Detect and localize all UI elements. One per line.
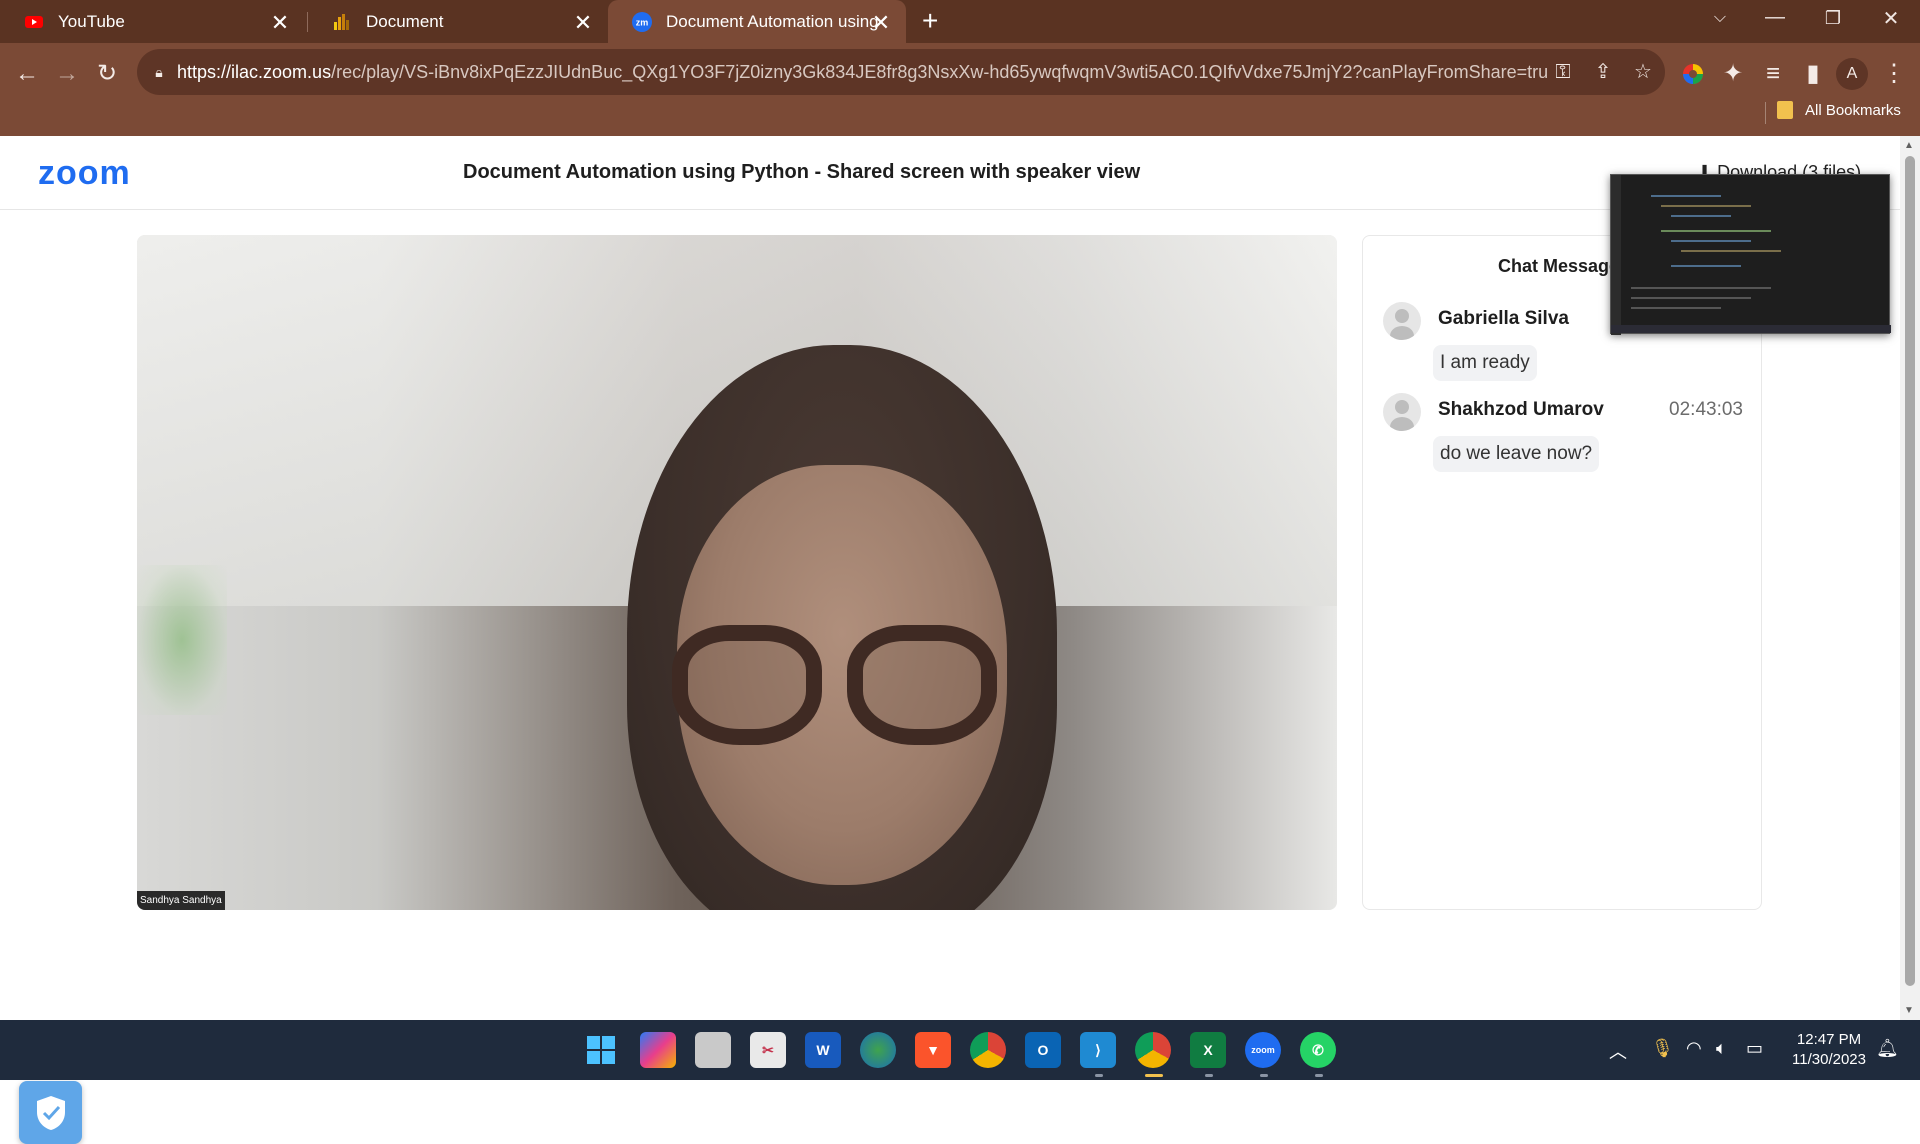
windows-start-icon[interactable] bbox=[583, 1032, 619, 1068]
browser-toolbar: ← → ↻ 🔒︎ https://ilac.zoom.us/rec/play/V… bbox=[0, 43, 1920, 136]
earth-icon[interactable] bbox=[860, 1032, 896, 1068]
windows-taskbar: ✂ W ▼ O ⟩ X zoom ✆ ︿ 🎙︎ ◠ 🔈︎ ▭ 12:47 PM … bbox=[0, 1020, 1920, 1080]
tab-zoom-recording[interactable]: zm Document Automation using Py ✕ bbox=[608, 0, 906, 43]
recording-title: Document Automation using Python - Share… bbox=[463, 161, 1141, 183]
side-panel-icon[interactable]: ▮ bbox=[1795, 56, 1831, 92]
key-icon[interactable]: ⚿ bbox=[1551, 60, 1575, 84]
close-tab-icon[interactable]: ✕ bbox=[572, 10, 594, 36]
back-button[interactable]: ← bbox=[9, 56, 45, 92]
speaker-name-label: Sandhya Sandhya bbox=[137, 891, 225, 910]
tab-title: Document bbox=[366, 11, 444, 31]
chat-time: 02:43:03 bbox=[1669, 399, 1743, 420]
bookmark-star-icon[interactable]: ☆ bbox=[1631, 60, 1655, 84]
svg-text:zm: zm bbox=[636, 17, 649, 27]
volume-icon[interactable]: 🔈︎ bbox=[1716, 1038, 1727, 1059]
chat-panel: Chat Messages Gabriella Silva I am ready… bbox=[1362, 235, 1762, 910]
clock-date: 11/30/2023 bbox=[1792, 1051, 1866, 1068]
shared-screen-thumbnail[interactable] bbox=[1610, 174, 1891, 335]
shield-icon bbox=[36, 1095, 65, 1130]
chat-sender: Shakhzod Umarov bbox=[1438, 399, 1604, 420]
url-text[interactable]: https://ilac.zoom.us/rec/play/VS-iBnv8ix… bbox=[177, 62, 1547, 83]
whatsapp-icon[interactable]: ✆ bbox=[1300, 1032, 1336, 1068]
share-icon[interactable]: ⇪ bbox=[1591, 60, 1615, 84]
url-host: https://ilac.zoom.us bbox=[177, 62, 332, 82]
scroll-up-arrow[interactable]: ▲ bbox=[1904, 140, 1914, 151]
all-bookmarks-label: All Bookmarks bbox=[1805, 101, 1901, 119]
microphone-icon[interactable]: 🎙︎ bbox=[1651, 1038, 1674, 1059]
address-bar[interactable]: 🔒︎ https://ilac.zoom.us/rec/play/VS-iBnv… bbox=[137, 49, 1665, 95]
chat-text: do we leave now? bbox=[1433, 436, 1600, 472]
chat-text: I am ready bbox=[1433, 345, 1537, 381]
glasses-right-lens bbox=[847, 625, 997, 745]
new-tab-button[interactable]: + bbox=[922, 5, 938, 37]
restore-button[interactable]: ❐ bbox=[1818, 8, 1848, 29]
brave-icon[interactable]: ▼ bbox=[915, 1032, 951, 1068]
tab-title: YouTube bbox=[58, 11, 125, 31]
all-bookmarks-button[interactable]: All Bookmarks bbox=[1777, 101, 1901, 119]
profile-avatar[interactable]: A bbox=[1836, 58, 1868, 90]
zoom-logo[interactable]: zoom bbox=[38, 154, 131, 193]
media-controls-icon[interactable]: ≡ bbox=[1755, 56, 1791, 92]
excel-icon[interactable]: X bbox=[1190, 1032, 1226, 1068]
lock-icon: 🔒︎ bbox=[155, 64, 163, 80]
word-icon[interactable]: W bbox=[805, 1032, 841, 1068]
show-hidden-icons-icon[interactable]: ︿ bbox=[1609, 1038, 1627, 1064]
avatar bbox=[1383, 393, 1421, 431]
battery-icon[interactable]: ▭ bbox=[1746, 1038, 1763, 1059]
extensions-icon[interactable]: ✦ bbox=[1715, 56, 1751, 92]
minimize-button[interactable]: — bbox=[1760, 6, 1790, 29]
chart-icon bbox=[332, 12, 352, 32]
tab-document[interactable]: Document ✕ bbox=[308, 0, 608, 43]
system-clock[interactable]: 12:47 PM 11/30/2023 bbox=[1784, 1030, 1874, 1070]
chrome-icon[interactable] bbox=[970, 1032, 1006, 1068]
bookmarks-bar-divider bbox=[1765, 102, 1766, 124]
forward-button[interactable]: → bbox=[49, 56, 85, 92]
copilot-icon[interactable] bbox=[640, 1032, 676, 1068]
youtube-icon bbox=[24, 12, 44, 32]
page-scrollbar[interactable]: ▲ ▼ bbox=[1900, 136, 1920, 1020]
tab-title: Document Automation using Py bbox=[666, 11, 881, 31]
tab-youtube[interactable]: YouTube ✕ bbox=[0, 0, 305, 43]
url-path: /rec/play/VS-iBnv8ixPqEzzJIUdnBuc_QXg1YO… bbox=[331, 62, 1547, 82]
chrome-profile-icon[interactable] bbox=[1135, 1032, 1171, 1068]
zoom-recording-page: zoom Document Automation using Python - … bbox=[0, 136, 1900, 1144]
outlook-icon[interactable]: O bbox=[1025, 1032, 1061, 1068]
zoom-app-icon[interactable]: zoom bbox=[1245, 1032, 1281, 1068]
browser-tab-bar: YouTube ✕ Document ✕ zm Document Automat… bbox=[0, 0, 1920, 43]
speaker-video[interactable]: Sandhya Sandhya bbox=[137, 235, 1337, 910]
file-explorer-icon[interactable] bbox=[695, 1032, 731, 1068]
clock-time: 12:47 PM bbox=[1796, 1031, 1862, 1048]
folder-icon bbox=[1777, 101, 1793, 119]
close-tab-icon[interactable]: ✕ bbox=[870, 10, 892, 36]
reload-button[interactable]: ↻ bbox=[89, 56, 125, 92]
shield-extension-button[interactable] bbox=[19, 1081, 82, 1144]
snipping-tool-icon[interactable]: ✂ bbox=[750, 1032, 786, 1068]
chat-sender: Gabriella Silva bbox=[1438, 308, 1569, 329]
scroll-thumb[interactable] bbox=[1905, 156, 1915, 986]
close-window-button[interactable]: ✕ bbox=[1876, 6, 1906, 31]
tab-search-icon[interactable]: ⌵ bbox=[1705, 9, 1735, 27]
scroll-down-arrow[interactable]: ▼ bbox=[1904, 1005, 1914, 1016]
wifi-icon[interactable]: ◠ bbox=[1686, 1038, 1702, 1059]
zoom-icon: zm bbox=[632, 11, 652, 32]
menu-icon[interactable]: ⋮ bbox=[1876, 56, 1912, 92]
close-tab-icon[interactable]: ✕ bbox=[269, 10, 291, 36]
notifications-icon[interactable]: 🔔︎ bbox=[1876, 1038, 1899, 1059]
vscode-icon[interactable]: ⟩ bbox=[1080, 1032, 1116, 1068]
color-wheel-extension-icon[interactable] bbox=[1675, 56, 1711, 92]
glasses-left-lens bbox=[672, 625, 822, 745]
avatar bbox=[1383, 302, 1421, 340]
